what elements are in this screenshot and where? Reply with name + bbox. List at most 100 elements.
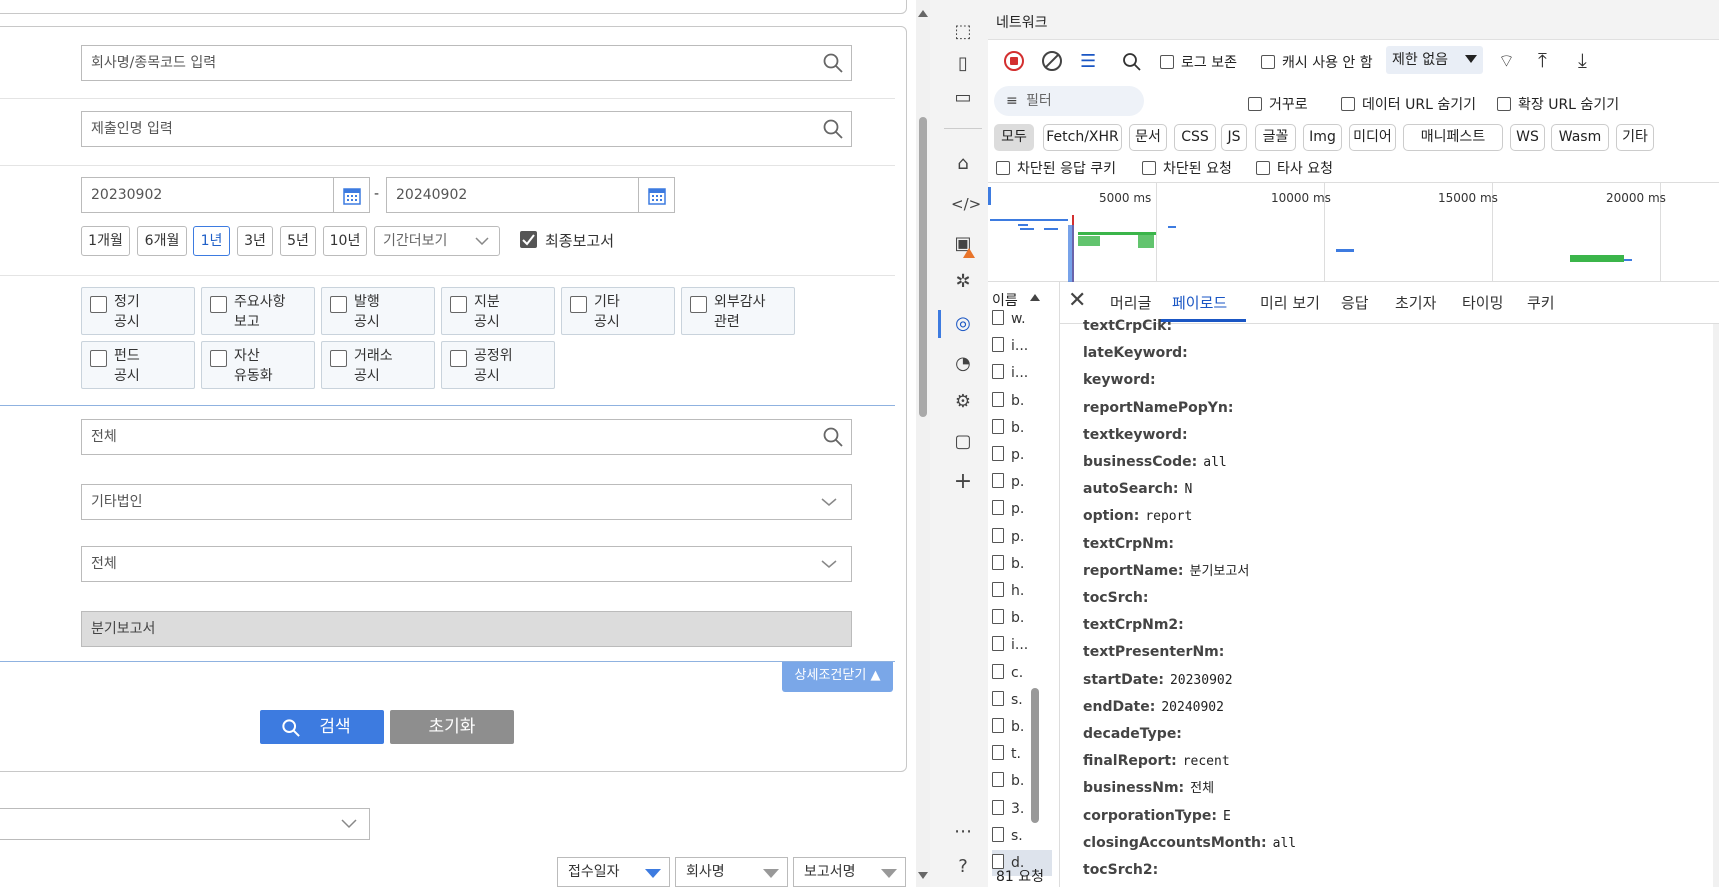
corporation-type-select[interactable]: 기타법인 [81, 484, 852, 520]
company-search-input[interactable]: 회사명/종목코드 입력 [81, 45, 852, 81]
device-icon[interactable]: ▯ [951, 52, 975, 76]
type-filter-button[interactable]: 미디어 [1349, 124, 1396, 151]
scroll-down-icon[interactable] [918, 872, 928, 879]
request-row[interactable]: s. [992, 687, 1052, 713]
period-6month-button[interactable]: 6개월 [137, 226, 187, 256]
page-scrollbar[interactable] [916, 0, 930, 887]
business-type-input[interactable]: 전체 [81, 419, 852, 455]
type-filter-button[interactable]: 기타 [1616, 124, 1654, 151]
debug-icon[interactable]: ✲ [951, 270, 975, 294]
type-filter-button[interactable]: 매니페스트 [1403, 124, 1503, 151]
blocked-cookies-checkbox[interactable]: 차단된 응답 쿠키 [996, 158, 1116, 178]
help-icon[interactable]: ? [951, 855, 975, 879]
checkbox-box[interactable] [570, 296, 587, 313]
detail-tab[interactable]: 응답 [1341, 292, 1369, 313]
hide-data-urls-checkbox[interactable]: 데이터 URL 숨기기 [1341, 94, 1476, 114]
type-filter-button[interactable]: WS [1510, 124, 1545, 151]
reset-button[interactable]: 초기화 [390, 710, 514, 744]
type-filter-button[interactable]: Img [1303, 124, 1342, 151]
elements-icon[interactable]: </> [951, 192, 981, 216]
request-row[interactable]: b. [992, 714, 1052, 740]
upload-icon[interactable]: ⤒ [1538, 48, 1547, 72]
start-calendar-button[interactable] [334, 177, 370, 213]
request-row[interactable]: b. [992, 388, 1052, 414]
disclosure-type-checkbox[interactable]: 펀드 공시 [81, 341, 195, 389]
disclosure-type-checkbox[interactable]: 공정위 공시 [441, 341, 555, 389]
disclosure-type-checkbox[interactable]: 거래소 공시 [321, 341, 435, 389]
request-row[interactable]: s. [992, 823, 1052, 849]
request-row[interactable]: 3. [992, 796, 1052, 822]
type-filter-button[interactable]: Fetch/XHR [1043, 124, 1122, 151]
request-row[interactable]: b. [992, 605, 1052, 631]
accounts-month-select[interactable]: 전체 [81, 546, 852, 582]
disclosure-type-checkbox[interactable]: 발행 공시 [321, 287, 435, 335]
request-row[interactable]: b. [992, 768, 1052, 794]
type-filter-button[interactable]: CSS [1174, 124, 1216, 151]
type-filter-button[interactable]: JS [1221, 124, 1247, 151]
preserve-log-checkbox[interactable]: 로그 보존 [1160, 52, 1237, 72]
add-tool-icon[interactable]: + [951, 470, 975, 494]
type-filter-button[interactable]: 글꼴 [1255, 124, 1296, 151]
checkbox-box[interactable] [90, 350, 107, 367]
window-icon[interactable]: ▭ [951, 86, 975, 110]
request-row[interactable]: p. [992, 442, 1052, 468]
type-filter-button[interactable]: Wasm [1551, 124, 1609, 151]
timeline-overview[interactable]: 5000 ms 10000 ms 15000 ms 20000 ms [988, 182, 1719, 283]
disable-cache-checkbox[interactable]: 캐시 사용 안 함 [1261, 52, 1373, 72]
request-row[interactable]: c. [992, 660, 1052, 686]
search-icon[interactable] [1122, 52, 1142, 72]
presenter-search-input[interactable]: 제출인명 입력 [81, 111, 852, 147]
download-icon[interactable]: ⤓ [1578, 48, 1587, 72]
request-row[interactable]: p. [992, 524, 1052, 550]
page-scrollbar-thumb[interactable] [919, 117, 927, 417]
application-icon[interactable]: ▢ [951, 430, 975, 454]
filter-toggle-icon[interactable]: ☰ [1080, 51, 1102, 72]
request-row[interactable]: i... [992, 632, 1052, 658]
detail-close-button[interactable]: 상세조건닫기 ▲ [782, 662, 893, 692]
disclosure-type-checkbox[interactable]: 주요사항 보고 [201, 287, 315, 335]
more-icon[interactable]: ⋯ [951, 820, 975, 844]
detail-tab[interactable]: 머리글 [1110, 292, 1151, 313]
request-row[interactable]: b. [992, 551, 1052, 577]
request-list-scrollbar[interactable] [1031, 688, 1039, 823]
checkbox-box[interactable] [690, 296, 707, 313]
sort-report-button[interactable]: 보고서명 [793, 857, 906, 887]
sort-company-button[interactable]: 회사명 [675, 857, 788, 887]
end-calendar-button[interactable] [639, 177, 675, 213]
disclosure-type-checkbox[interactable]: 자산 유동화 [201, 341, 315, 389]
search-icon[interactable] [823, 53, 843, 73]
throttle-select[interactable]: 제한 없음 [1386, 46, 1483, 74]
detail-tab[interactable]: 미리 보기 [1260, 292, 1320, 313]
period-5year-button[interactable]: 5년 [280, 226, 316, 256]
request-row[interactable]: i... [992, 360, 1052, 386]
search-button[interactable]: 검색 [260, 710, 384, 744]
checkbox-box[interactable] [210, 350, 227, 367]
filter-input[interactable]: ≡ 필터 [994, 86, 1144, 116]
network-conditions-icon[interactable]: ⌔ [1498, 50, 1515, 73]
clear-icon[interactable] [1042, 51, 1062, 71]
disclosure-type-checkbox[interactable]: 기타 공시 [561, 287, 675, 335]
disclosure-type-checkbox[interactable]: 정기 공시 [81, 287, 195, 335]
detail-tab[interactable]: 페이로드 [1172, 292, 1227, 313]
third-party-checkbox[interactable]: 타사 요청 [1256, 158, 1333, 178]
checkbox-box[interactable] [450, 350, 467, 367]
checkbox-box[interactable] [450, 296, 467, 313]
type-filter-button[interactable]: 모두 [994, 124, 1034, 151]
period-10year-button[interactable]: 10년 [323, 226, 367, 256]
request-row[interactable]: h. [992, 578, 1052, 604]
period-1month-button[interactable]: 1개월 [81, 226, 130, 256]
period-more-select[interactable]: 기간더보기 [374, 226, 500, 256]
start-date-input[interactable]: 20230902 [81, 177, 334, 213]
network-icon[interactable]: ◎ [951, 312, 975, 336]
request-row[interactable]: w. [992, 306, 1052, 332]
hide-ext-urls-checkbox[interactable]: 확장 URL 숨기기 [1497, 94, 1619, 114]
blocked-requests-checkbox[interactable]: 차단된 요청 [1142, 158, 1232, 178]
request-row[interactable]: p. [992, 496, 1052, 522]
checkbox-box[interactable] [330, 350, 347, 367]
end-date-input[interactable]: 20240902 [386, 177, 639, 213]
final-report-checkbox[interactable] [520, 231, 537, 248]
checkbox-box[interactable] [330, 296, 347, 313]
invert-checkbox[interactable]: 거꾸로 [1248, 94, 1308, 114]
period-3year-button[interactable]: 3년 [237, 226, 273, 256]
request-row[interactable]: b. [992, 415, 1052, 441]
